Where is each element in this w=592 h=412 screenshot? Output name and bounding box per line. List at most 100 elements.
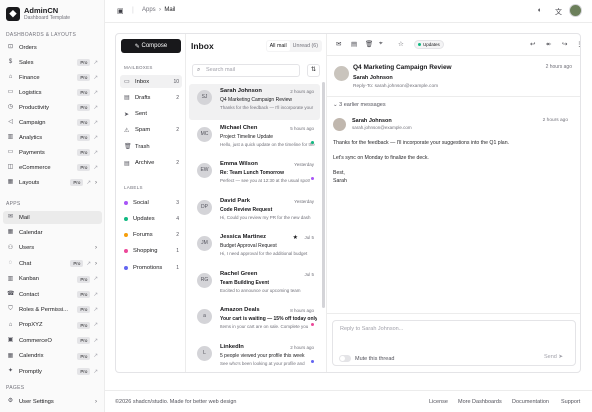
external-link-icon[interactable]: ↗ bbox=[86, 261, 91, 267]
external-link-icon[interactable]: ↗ bbox=[93, 120, 98, 126]
sort-button[interactable]: ⇅ bbox=[307, 64, 320, 77]
sender-avatar: L bbox=[197, 345, 212, 361]
mail-list-item[interactable]: a Amazon Deals 8 hours ago Your cart is wai… bbox=[189, 303, 320, 339]
theme-toggle-icon[interactable]: ◐ bbox=[538, 7, 542, 14]
external-link-icon[interactable]: ↗ bbox=[93, 338, 98, 344]
forward-icon[interactable]: ↪ bbox=[562, 40, 567, 48]
sidebar-item-roles-permissi[interactable]: ⛉ Roles & Permissi... Pro ↗ bbox=[3, 303, 102, 316]
sidebar-item-contact[interactable]: ☎ Contact Pro ↗ bbox=[3, 288, 102, 301]
external-link-icon[interactable]: ↗ bbox=[93, 150, 98, 156]
scrollbar[interactable] bbox=[322, 82, 325, 308]
sidebar-item-sales[interactable]: $ Sales Pro ↗ bbox=[3, 56, 102, 69]
trash-icon[interactable]: 🗑 bbox=[365, 40, 373, 48]
sidebar-item-label: Calendar bbox=[19, 229, 43, 236]
sender-avatar: a bbox=[197, 309, 212, 324]
compose-button[interactable]: ✎ Compose bbox=[121, 39, 181, 53]
send-button[interactable]: Send ➤ bbox=[544, 354, 563, 360]
sidebar-item-mail[interactable]: ✉ Mail bbox=[3, 211, 102, 224]
footer-support-link[interactable]: Support bbox=[561, 399, 580, 405]
archive-icon[interactable]: ▤ bbox=[351, 40, 357, 48]
external-link-icon[interactable]: ↗ bbox=[93, 60, 98, 66]
tag-icon[interactable]: ⌖ bbox=[379, 40, 383, 48]
external-link-icon[interactable]: ↗ bbox=[93, 322, 98, 328]
sidebar-item-calendrix[interactable]: ▦ Calendrix Pro ↗ bbox=[3, 350, 102, 363]
mail-list-item[interactable]: L LinkedIn 2 hours ago 5 people viewed your… bbox=[189, 340, 320, 373]
contact-icon: ☎ bbox=[7, 291, 15, 297]
sidebar-toggle-icon[interactable]: ▣ bbox=[117, 7, 124, 15]
label-forums[interactable]: Forums 2 bbox=[120, 229, 182, 242]
sidebar-item-ecommerce[interactable]: ◫ eCommerce Pro ↗ bbox=[3, 161, 102, 174]
label-social[interactable]: Social 3 bbox=[120, 196, 182, 209]
sidebar-item-finance[interactable]: ⌂ Finance Pro ↗ bbox=[3, 71, 102, 84]
mail-subject: Budget Approval Request bbox=[220, 243, 277, 249]
mailbox-archive[interactable]: ▤ Archive 2 bbox=[120, 157, 182, 170]
reply-icon[interactable]: ↩ bbox=[530, 40, 535, 48]
toggle-switch[interactable] bbox=[339, 355, 351, 362]
mail-list-item[interactable]: RG Rachel Green Jul 5 Team Building Event Ex… bbox=[189, 267, 320, 303]
sidebar-item-calendar[interactable]: ▦ Calendar bbox=[3, 226, 102, 239]
external-link-icon[interactable]: ↗ bbox=[86, 180, 91, 186]
sidebar-item-promptly[interactable]: ✦ Promptly Pro ↗ bbox=[3, 365, 102, 378]
search-icon: ⌕ bbox=[197, 67, 201, 73]
footer-docs-link[interactable]: Documentation bbox=[512, 399, 549, 405]
breadcrumb-apps[interactable]: Apps bbox=[142, 7, 156, 13]
sidebar-item-users[interactable]: ⚇ Users › bbox=[3, 242, 102, 255]
sidebar-item-orders[interactable]: ⊡ Orders bbox=[3, 41, 102, 54]
mail-date: 2 hours ago bbox=[290, 89, 314, 94]
sidebar-item-chat[interactable]: ◌ Chat Pro ↗ › bbox=[3, 257, 102, 270]
reply-input[interactable]: Reply to Sarah Johnson... Mute this thre… bbox=[332, 320, 576, 366]
mail-preview: Hi, I need approval for the additional b… bbox=[220, 251, 308, 256]
external-link-icon[interactable]: ↗ bbox=[93, 90, 98, 96]
external-link-icon[interactable]: ↗ bbox=[93, 307, 98, 313]
mail-list-item[interactable]: DP David Park Yesterday Code Review Request… bbox=[189, 194, 320, 230]
label-dot bbox=[311, 177, 314, 180]
tab-all-mail[interactable]: All mail bbox=[266, 41, 290, 51]
reply-all-icon[interactable]: ↞ bbox=[546, 40, 551, 48]
external-link-icon[interactable]: ↗ bbox=[93, 292, 98, 298]
mailbox-drafts[interactable]: ▤ Drafts 2 bbox=[120, 91, 182, 104]
sidebar-item-kanban[interactable]: ▥ Kanban Pro ↗ bbox=[3, 273, 102, 286]
language-icon[interactable]: 文 bbox=[555, 7, 562, 17]
mail-list-item[interactable]: SJ Sarah Johnson 2 hours ago Q4 Marketing C… bbox=[189, 84, 320, 120]
mute-toggle[interactable]: Mute this thread bbox=[339, 355, 394, 362]
mail-list-item[interactable]: EW Emma Wilson Yesterday Re: Team Lunch Tom… bbox=[189, 157, 320, 193]
mailbox-sent[interactable]: ➤ Sent bbox=[120, 108, 182, 121]
sidebar-item-productivity[interactable]: ◷ Productivity Pro ↗ bbox=[3, 101, 102, 114]
external-link-icon[interactable]: ↗ bbox=[93, 353, 98, 359]
earlier-messages-toggle[interactable]: ⌄ 3 earlier messages bbox=[333, 102, 386, 108]
more-icon[interactable]: ⋮ bbox=[576, 40, 580, 48]
mailbox-trash[interactable]: 🗑 Trash bbox=[120, 140, 182, 153]
star-icon[interactable]: ☆ bbox=[398, 40, 404, 48]
mail-list-item[interactable]: MC Michael Chen 5 hours ago Project Timelin… bbox=[189, 121, 320, 157]
mail-list-item[interactable]: JM Jessica Martinez Jul 5 Budget Approval R… bbox=[189, 230, 320, 266]
sidebar-item-layouts[interactable]: ▦ Layouts Pro ↗ › bbox=[3, 176, 102, 189]
label-shopping[interactable]: Shopping 1 bbox=[120, 245, 182, 258]
external-link-icon[interactable]: ↗ bbox=[93, 75, 98, 81]
sidebar-item-commerceo[interactable]: ▣ CommerceO Pro ↗ bbox=[3, 334, 102, 347]
mailbox-spam[interactable]: ⚠ Spam 2 bbox=[120, 124, 182, 137]
sidebar-item-user-settings[interactable]: ⚙ User Settings › bbox=[3, 395, 102, 408]
mail-icon[interactable]: ✉ bbox=[336, 40, 341, 48]
bank-icon: ⌂ bbox=[8, 74, 13, 80]
sidebar-item-analytics[interactable]: ▥ Analytics Pro ↗ bbox=[3, 131, 102, 144]
search-input[interactable]: ⌕ Search mail bbox=[192, 64, 300, 77]
mailbox-inbox[interactable]: ▭ Inbox 10 bbox=[120, 75, 182, 88]
sidebar-item-logistics[interactable]: ▭ Logistics Pro ↗ bbox=[3, 86, 102, 99]
sidebar-item-campaign[interactable]: ◁ Campaign Pro ↗ bbox=[3, 116, 102, 129]
external-link-icon[interactable]: ↗ bbox=[93, 369, 98, 375]
label-promotions[interactable]: Promotions 1 bbox=[120, 261, 182, 274]
sidebar-item-propxyz[interactable]: ⌂ PropXYZ Pro ↗ bbox=[3, 319, 102, 332]
external-link-icon[interactable]: ↗ bbox=[93, 105, 98, 111]
external-link-icon[interactable]: ↗ bbox=[93, 276, 98, 282]
star-icon[interactable]: ★ bbox=[293, 234, 298, 241]
brand[interactable]: ◆ AdminCN Dashboard Template bbox=[6, 6, 70, 21]
avatar[interactable] bbox=[569, 4, 582, 17]
card-icon: ▭ bbox=[7, 149, 14, 155]
tab-unread[interactable]: Unread (6) bbox=[290, 41, 321, 51]
external-link-icon[interactable]: ↗ bbox=[93, 165, 98, 171]
sidebar-item-payments[interactable]: ▭ Payments Pro ↗ bbox=[3, 146, 102, 159]
footer-dashboards-link[interactable]: More Dashboards bbox=[458, 399, 502, 405]
label-updates[interactable]: Updates 4 bbox=[120, 212, 182, 225]
footer-license-link[interactable]: License bbox=[429, 399, 448, 405]
external-link-icon[interactable]: ↗ bbox=[93, 135, 98, 141]
